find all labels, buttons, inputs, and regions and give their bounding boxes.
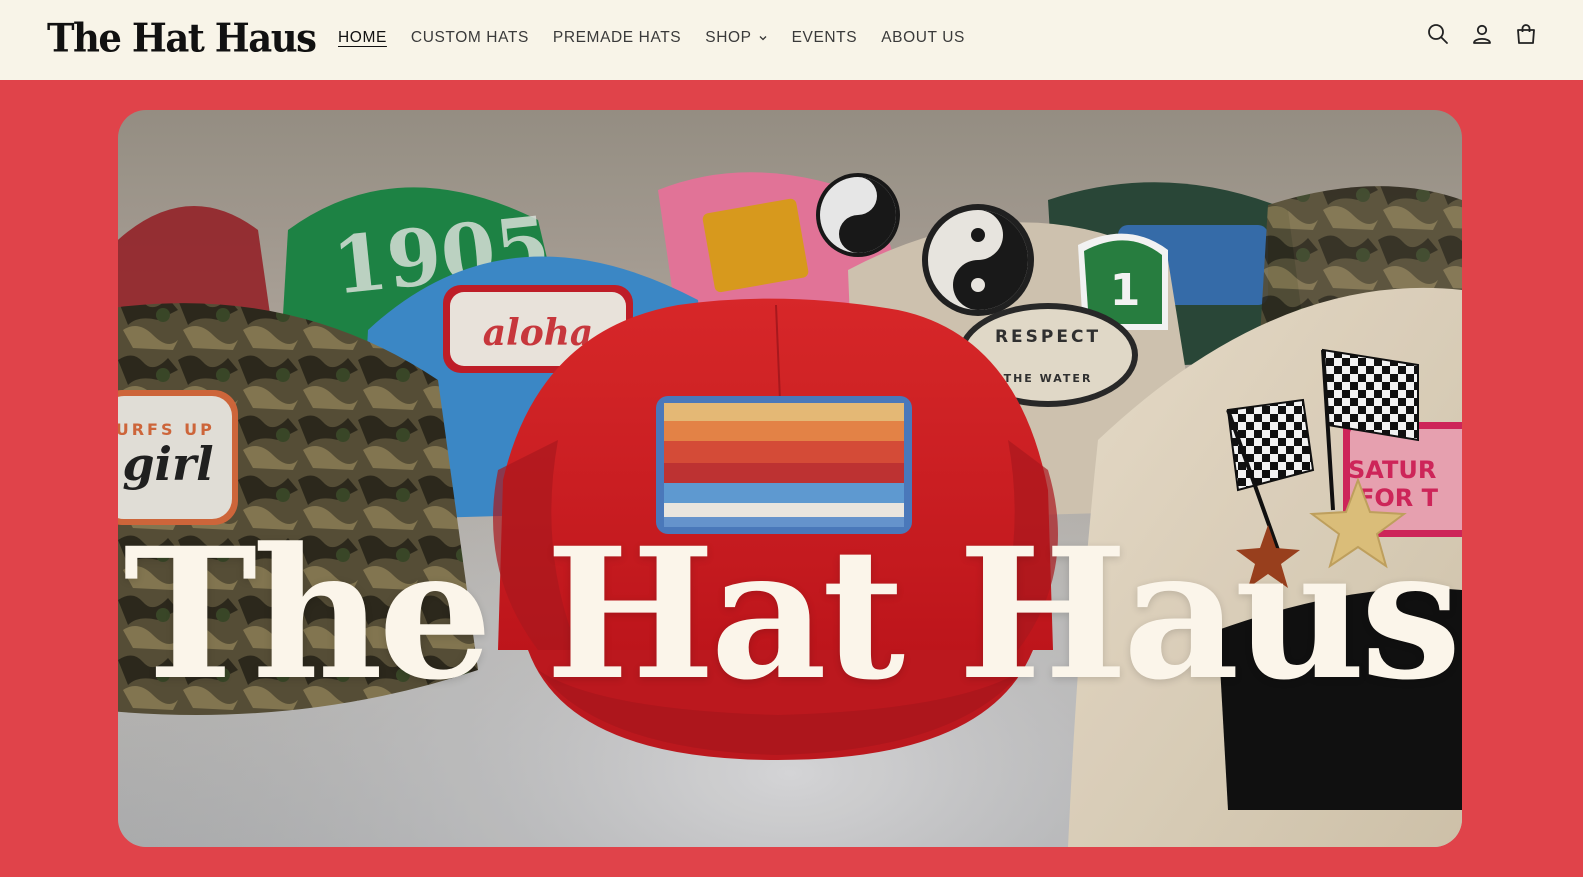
site-logo[interactable]: The Hat Haus <box>47 13 317 63</box>
site-header: The Hat Haus HOME CUSTOM HATS PREMADE HA… <box>0 0 1583 80</box>
cart-icon[interactable] <box>1514 22 1538 46</box>
hero-hats-image: 1905 aloha SURFS UP girl 1 RESPECT THE <box>118 110 1462 847</box>
nav-events-label: EVENTS <box>791 29 858 46</box>
nav-shop-label: SHOP <box>705 29 752 46</box>
account-icon[interactable] <box>1470 22 1494 46</box>
nav-events[interactable]: EVENTS <box>792 29 858 47</box>
nav-home[interactable]: HOME <box>338 29 387 47</box>
nav-premade-hats[interactable]: PREMADE HATS <box>553 29 681 47</box>
search-icon[interactable] <box>1426 22 1450 46</box>
nav-shop[interactable]: SHOP <box>705 29 767 47</box>
header-icons <box>1426 22 1538 46</box>
chevron-down-icon <box>759 36 767 41</box>
nav-premade-hats-label: PREMADE HATS <box>552 29 682 46</box>
hero-title: The Hat Haus <box>123 509 1461 720</box>
nav-custom-hats[interactable]: CUSTOM HATS <box>411 29 529 47</box>
nav-custom-hats-label: CUSTOM HATS <box>410 29 529 46</box>
nav-about-us[interactable]: ABOUT US <box>881 29 965 47</box>
nav-about-us-label: ABOUT US <box>881 29 965 46</box>
main-nav: HOME CUSTOM HATS PREMADE HATS SHOP EVENT… <box>338 0 989 76</box>
hero-banner: 1905 aloha SURFS UP girl 1 RESPECT THE <box>118 110 1462 847</box>
nav-home-label: HOME <box>338 29 387 46</box>
